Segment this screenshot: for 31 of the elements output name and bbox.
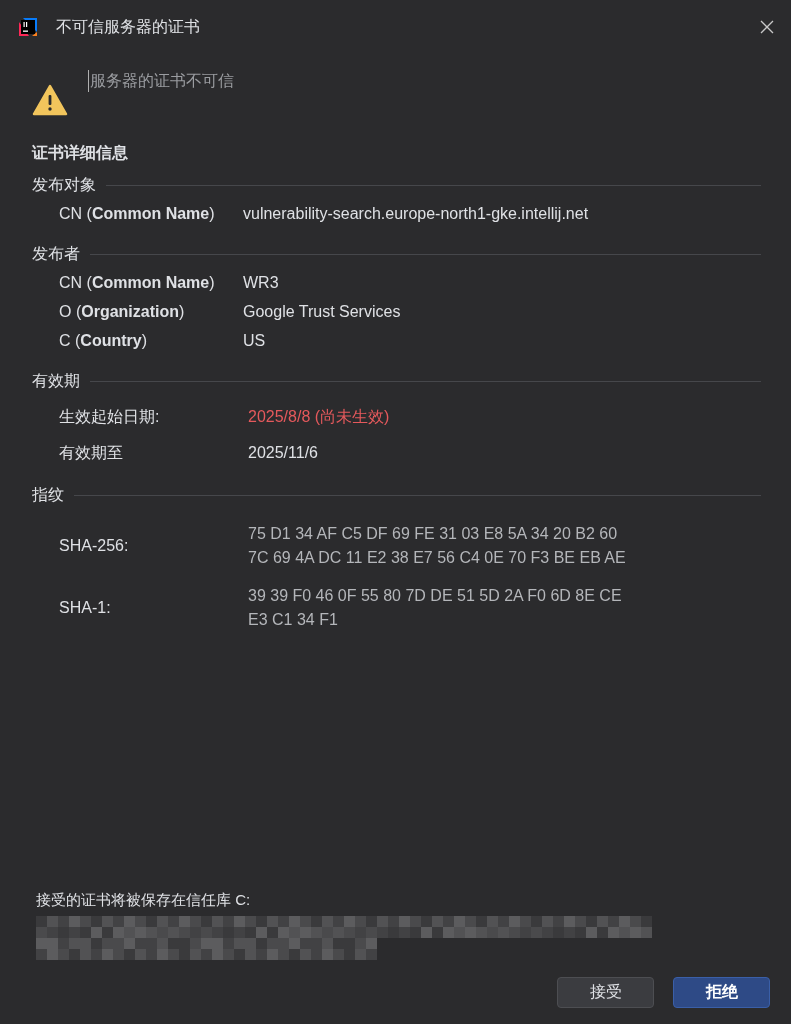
field-label: CN (Common Name) <box>59 204 216 224</box>
field-label: 生效起始日期: <box>59 407 161 427</box>
hash-value: 7C 69 4A DC 11 E2 38 E7 56 C4 0E 70 F3 BE EB AE <box>248 548 627 568</box>
field-value: Google Trust Services <box>243 302 402 322</box>
reject-button[interactable]: 拒绝 <box>673 977 770 1008</box>
date-value: 2025/11/6 <box>248 443 319 463</box>
app-logo-icon <box>18 17 38 37</box>
field-value: vulnerability-search.europe-north1-gke.intellij.net <box>243 204 590 224</box>
window-title: 不可信服务器的证书 <box>56 16 201 37</box>
date-value: 2025/8/8 (尚未生效) <box>248 407 391 427</box>
details-heading: 证书详细信息 <box>32 143 129 163</box>
accept-button[interactable]: 接受 <box>557 977 654 1008</box>
close-icon[interactable] <box>760 20 774 34</box>
section-title: 有效期 <box>32 371 80 391</box>
message-text: 服务器的证书不可信 <box>88 70 234 92</box>
field-label: O (Organization) <box>59 302 186 322</box>
field-value: WR3 <box>243 273 280 293</box>
truststore-note: 接受的证书将被保存在信任库 C: <box>36 890 252 910</box>
hash-value: 39 39 F0 46 0F 55 80 7D DE 51 5D 2A F0 6D 8E CE <box>248 586 623 606</box>
warning-icon <box>32 84 68 116</box>
field-label: 有效期至 <box>59 443 124 463</box>
field-value: US <box>243 331 267 351</box>
hash-value: E3 C1 34 F1 <box>248 610 339 630</box>
section-title: 发布者 <box>32 244 80 264</box>
hash-label: SHA-1: <box>59 598 112 618</box>
field-label: CN (Common Name) <box>59 273 216 293</box>
section-title: 指纹 <box>32 485 64 505</box>
field-label: C (Country) <box>59 331 148 351</box>
section-title: 发布对象 <box>32 175 96 195</box>
hash-value: 75 D1 34 AF C5 DF 69 FE 31 03 E8 5A 34 20 B2 60 <box>248 524 619 544</box>
hash-label: SHA-256: <box>59 536 130 556</box>
